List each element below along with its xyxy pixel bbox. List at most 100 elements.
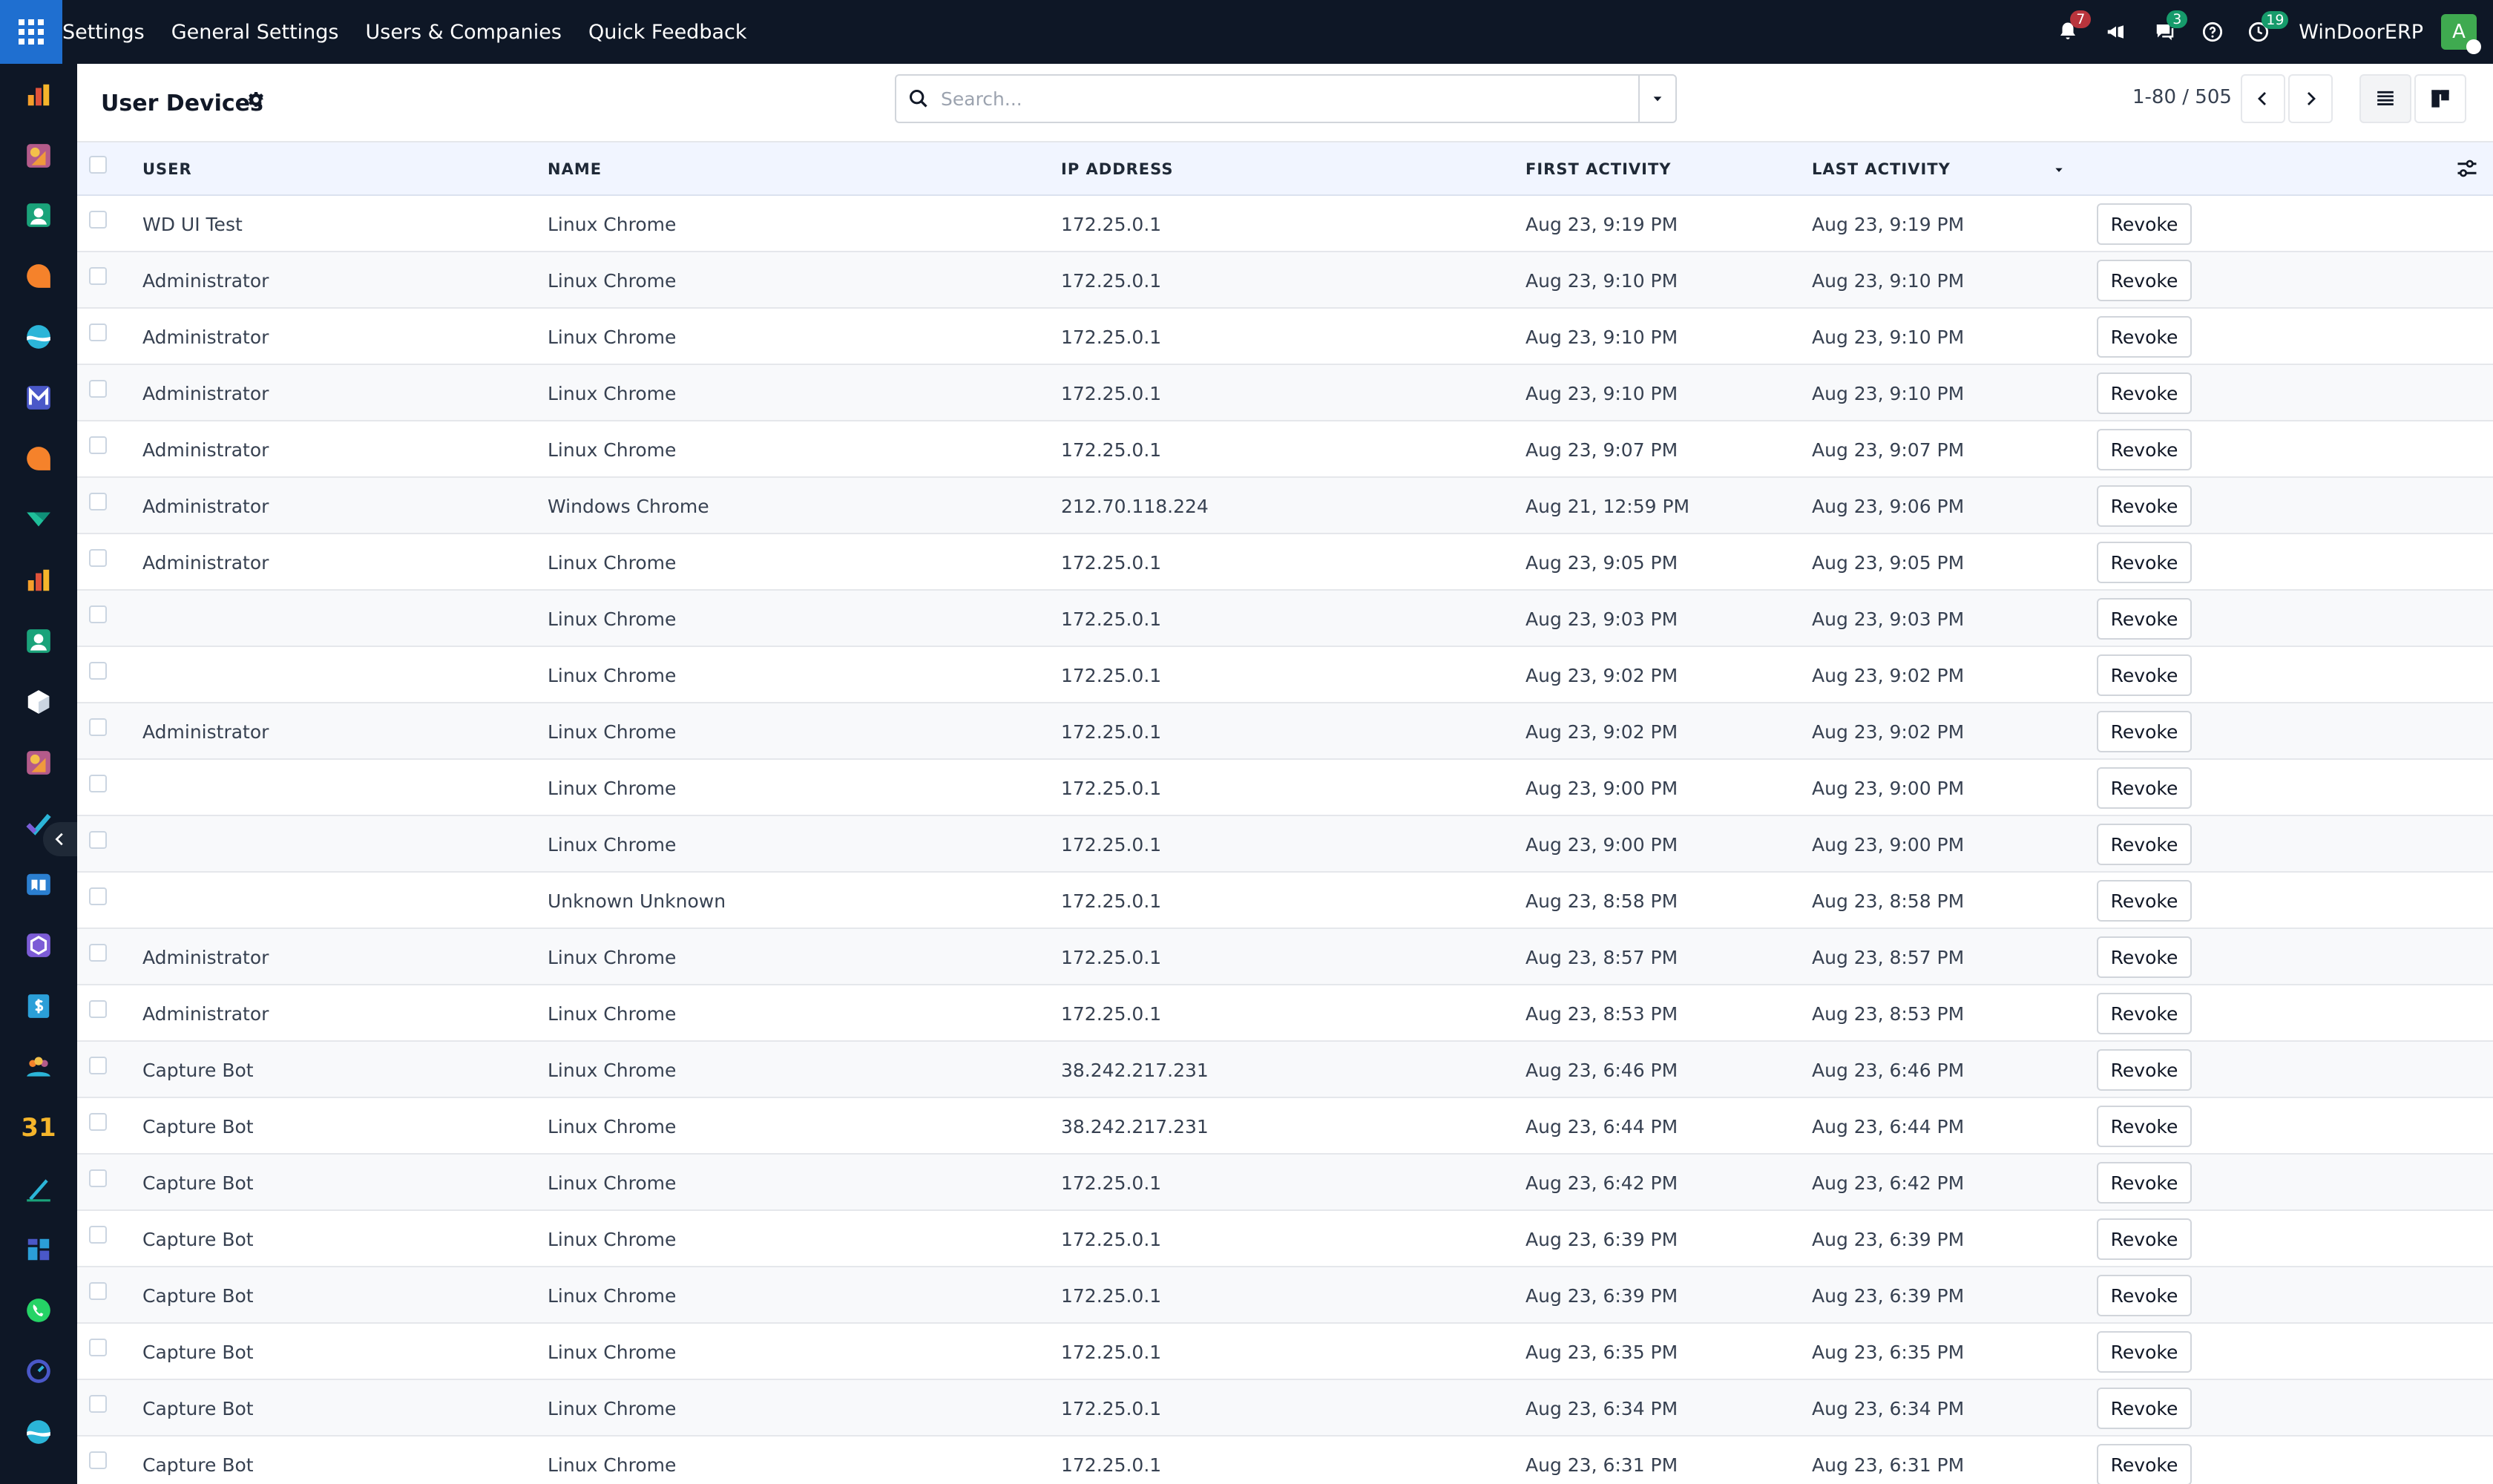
sales-app-icon[interactable]: [24, 80, 53, 110]
column-user[interactable]: USER: [142, 160, 192, 178]
revoke-button[interactable]: Revoke: [2097, 1388, 2192, 1429]
sort-caret-down-icon[interactable]: [2054, 165, 2064, 175]
table-row[interactable]: Capture Bot Linux Chrome 38.242.217.231 Aug…: [77, 1098, 2493, 1155]
row-checkbox[interactable]: [89, 1339, 107, 1356]
search-input[interactable]: [941, 76, 1638, 121]
revoke-button[interactable]: Revoke: [2097, 1049, 2192, 1091]
row-checkbox[interactable]: [89, 324, 107, 341]
table-row[interactable]: Capture Bot Linux Chrome 172.25.0.1 Aug 23,…: [77, 1155, 2493, 1211]
revoke-button[interactable]: Revoke: [2097, 767, 2192, 809]
row-checkbox[interactable]: [89, 1057, 107, 1074]
revoke-button[interactable]: Revoke: [2097, 1331, 2192, 1373]
table-row[interactable]: Capture Bot Linux Chrome 38.242.217.231 Aug…: [77, 1042, 2493, 1098]
documents-app-icon[interactable]: [24, 505, 53, 534]
revoke-button[interactable]: Revoke: [2097, 880, 2192, 922]
help-menu[interactable]: [2202, 22, 2223, 42]
row-checkbox[interactable]: [89, 1451, 107, 1469]
team-app-icon[interactable]: [24, 1052, 53, 1082]
kanban-view-button[interactable]: [2414, 74, 2466, 123]
actions-gear-button[interactable]: [246, 91, 266, 113]
list-view-button[interactable]: [2359, 74, 2411, 123]
table-row[interactable]: Administrator Linux Chrome 172.25.0.1 Aug 2…: [77, 534, 2493, 591]
pager-previous-button[interactable]: [2241, 74, 2285, 123]
table-row[interactable]: Administrator Linux Chrome 172.25.0.1 Aug 2…: [77, 309, 2493, 365]
dashboards-app-icon[interactable]: [24, 1235, 53, 1264]
menu-quick-feedback[interactable]: Quick Feedback: [588, 21, 747, 44]
select-all-checkbox[interactable]: [89, 156, 107, 174]
row-checkbox[interactable]: [89, 1282, 107, 1300]
row-checkbox[interactable]: [89, 211, 107, 229]
table-row[interactable]: Capture Bot Linux Chrome 172.25.0.1 Aug 23,…: [77, 1211, 2493, 1267]
timer-menu[interactable]: 19: [2248, 11, 2289, 42]
revoke-button[interactable]: Revoke: [2097, 203, 2192, 245]
table-row[interactable]: Administrator Linux Chrome 172.25.0.1 Aug 2…: [77, 252, 2493, 309]
employees-app-icon[interactable]: [24, 626, 53, 656]
row-checkbox[interactable]: [89, 380, 107, 398]
website-app-icon[interactable]: [24, 322, 53, 352]
whatsapp-app-icon[interactable]: [24, 1296, 53, 1325]
row-checkbox[interactable]: [89, 1113, 107, 1131]
messaging-menu[interactable]: 3: [2153, 10, 2188, 43]
table-row[interactable]: Administrator Linux Chrome 172.25.0.1 Aug 2…: [77, 929, 2493, 985]
discuss-app-icon[interactable]: [24, 261, 53, 291]
row-checkbox[interactable]: [89, 605, 107, 623]
revoke-button[interactable]: Revoke: [2097, 372, 2192, 414]
row-checkbox[interactable]: [89, 1169, 107, 1187]
table-row[interactable]: Capture Bot Linux Chrome 172.25.0.1 Aug 23,…: [77, 1437, 2493, 1484]
revoke-button[interactable]: Revoke: [2097, 598, 2192, 640]
row-checkbox[interactable]: [89, 718, 107, 736]
announcement-menu[interactable]: [2104, 21, 2128, 43]
revoke-button[interactable]: Revoke: [2097, 316, 2192, 358]
table-row[interactable]: Unknown Unknown 172.25.0.1 Aug 23, 8:58 PM…: [77, 873, 2493, 929]
table-row[interactable]: Linux Chrome 172.25.0.1 Aug 23, 9:02 PM Aug…: [77, 647, 2493, 703]
row-checkbox[interactable]: [89, 1000, 107, 1018]
table-row[interactable]: Administrator Linux Chrome 172.25.0.1 Aug 2…: [77, 985, 2493, 1042]
project-app-icon[interactable]: [24, 809, 53, 838]
activity-menu[interactable]: 7: [2057, 10, 2092, 43]
field-service-app-icon[interactable]: [24, 748, 53, 778]
table-row[interactable]: Administrator Linux Chrome 172.25.0.1 Aug 2…: [77, 421, 2493, 478]
crm-app-icon[interactable]: [24, 141, 53, 171]
reporting-app-icon[interactable]: [24, 565, 53, 595]
contacts-app-icon[interactable]: [24, 200, 53, 230]
row-checkbox[interactable]: [89, 436, 107, 454]
app-menu-button[interactable]: [0, 0, 62, 64]
revoke-button[interactable]: Revoke: [2097, 1275, 2192, 1316]
inventory-app-icon[interactable]: [24, 687, 53, 717]
sign-app-icon[interactable]: [24, 1174, 53, 1204]
table-row[interactable]: Administrator Linux Chrome 172.25.0.1 Aug 2…: [77, 365, 2493, 421]
table-row[interactable]: Linux Chrome 172.25.0.1 Aug 23, 9:00 PM Aug…: [77, 816, 2493, 873]
revoke-button[interactable]: Revoke: [2097, 993, 2192, 1034]
user-avatar[interactable]: A: [2441, 14, 2481, 54]
studio-app-icon[interactable]: [24, 930, 53, 960]
menu-settings[interactable]: Settings: [62, 21, 145, 44]
livechat-app-icon[interactable]: [24, 444, 53, 473]
table-row[interactable]: Linux Chrome 172.25.0.1 Aug 23, 9:00 PM Aug…: [77, 760, 2493, 816]
menu-general-settings[interactable]: General Settings: [171, 21, 339, 44]
table-row[interactable]: WD UI Test Linux Chrome 172.25.0.1 Aug 23, …: [77, 196, 2493, 252]
revoke-button[interactable]: Revoke: [2097, 1162, 2192, 1204]
table-row[interactable]: Capture Bot Linux Chrome 172.25.0.1 Aug 23,…: [77, 1380, 2493, 1437]
revoke-button[interactable]: Revoke: [2097, 485, 2192, 527]
pager-value[interactable]: 1-80 / 505: [2132, 86, 2232, 108]
knowledge-app-icon[interactable]: [24, 870, 53, 899]
column-last-activity[interactable]: LAST ACTIVITY: [1812, 160, 1951, 178]
company-switcher[interactable]: WinDoorERP: [2299, 21, 2423, 44]
revoke-button[interactable]: Revoke: [2097, 936, 2192, 978]
table-row[interactable]: Linux Chrome 172.25.0.1 Aug 23, 9:03 PM Aug…: [77, 591, 2493, 647]
row-checkbox[interactable]: [89, 493, 107, 510]
revoke-button[interactable]: Revoke: [2097, 1444, 2192, 1484]
calendar-app-icon[interactable]: 31: [21, 1113, 56, 1143]
row-checkbox[interactable]: [89, 267, 107, 285]
row-checkbox[interactable]: [89, 775, 107, 792]
revoke-button[interactable]: Revoke: [2097, 1218, 2192, 1260]
row-checkbox[interactable]: [89, 944, 107, 962]
row-checkbox[interactable]: [89, 887, 107, 905]
revoke-button[interactable]: Revoke: [2097, 654, 2192, 696]
invoicing-app-icon[interactable]: [24, 991, 53, 1021]
row-checkbox[interactable]: [89, 1395, 107, 1413]
row-checkbox[interactable]: [89, 1226, 107, 1244]
column-first-activity[interactable]: FIRST ACTIVITY: [1525, 160, 1672, 178]
table-row[interactable]: Capture Bot Linux Chrome 172.25.0.1 Aug 23,…: [77, 1324, 2493, 1380]
revoke-button[interactable]: Revoke: [2097, 1106, 2192, 1147]
